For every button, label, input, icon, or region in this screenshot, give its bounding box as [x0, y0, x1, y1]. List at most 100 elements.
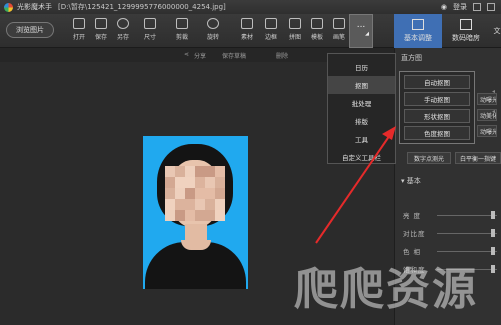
digital-spot-metering-button[interactable]: 数字点测光 — [407, 152, 451, 164]
login-link[interactable]: 登录 — [453, 2, 467, 12]
submenu-item-manual-cutout[interactable]: 手动抠图 — [404, 92, 470, 106]
mosaic-tile — [165, 210, 175, 221]
dropdown-triangle-icon: ◢ — [365, 31, 369, 37]
face-mosaic — [165, 166, 225, 221]
hue-slider[interactable]: 色相 — [403, 246, 497, 256]
crop-button[interactable]: 剪裁 — [171, 18, 193, 44]
mosaic-tile — [205, 188, 215, 199]
browse-images-button[interactable]: 浏览图片 — [6, 22, 54, 38]
menu-item-calendar[interactable]: 日历 — [328, 58, 395, 76]
tab-digital-darkroom[interactable]: 数码暗房 — [442, 14, 490, 48]
brightness-slider[interactable]: 亮度 — [403, 210, 497, 220]
open-icon — [73, 18, 85, 29]
mosaic-tile — [215, 199, 225, 210]
menu-item-tools[interactable]: 工具 — [328, 130, 395, 148]
scroll-arrow-icon[interactable]: ◂ — [492, 88, 495, 95]
slider-knob[interactable] — [491, 247, 495, 255]
mosaic-tile — [165, 177, 175, 188]
delete-button[interactable]: 删除 — [276, 51, 288, 60]
border-label: 边框 — [264, 34, 277, 41]
mosaic-tile — [185, 199, 195, 210]
open-label: 打开 — [72, 34, 85, 41]
collage-button[interactable]: 拼图 — [284, 18, 306, 44]
rotate-label: 旋转 — [206, 34, 219, 41]
more-tools-button[interactable]: ... ◢ — [349, 14, 373, 48]
mosaic-tile — [195, 199, 205, 210]
tab-basic-adjust[interactable]: 基本调整 — [394, 14, 442, 48]
rotate-button[interactable]: 旋转 — [202, 18, 224, 44]
save-button[interactable]: 保存 — [90, 18, 112, 44]
border-icon — [265, 18, 277, 29]
save-as-icon — [117, 18, 129, 29]
slider-track — [437, 251, 497, 252]
mosaic-tile — [205, 199, 215, 210]
mosaic-tile — [195, 210, 205, 221]
rotate-icon — [207, 18, 219, 29]
mosaic-tile — [175, 210, 185, 221]
mosaic-tile — [175, 166, 185, 177]
menu-item-cutout[interactable]: 抠图 — [328, 76, 395, 94]
slider-knob[interactable] — [491, 211, 495, 219]
title-bar: 光影魔术手 [D:\暂存\125421_1299995776000000_425… — [0, 0, 501, 14]
menu-icon[interactable] — [473, 3, 481, 11]
mosaic-tile — [215, 210, 225, 221]
mosaic-tile — [175, 188, 185, 199]
slider-track — [437, 233, 497, 234]
crop-label: 剪裁 — [175, 34, 188, 41]
watermark-text: 爬爬资源 — [294, 264, 478, 315]
menu-item-layout[interactable]: 排版 — [328, 112, 395, 130]
mosaic-tile — [195, 188, 205, 199]
white-balance-button[interactable]: 白平衡一指键 — [455, 152, 501, 164]
brush-button[interactable]: 画笔 — [328, 18, 350, 44]
more-tools-menu: 日历 抠图 批处理 排版 工具 自定义工具栏 — [327, 53, 396, 164]
mosaic-tile — [185, 166, 195, 177]
share-icon: ⋖ — [184, 51, 190, 58]
histogram-header: 直方图 — [401, 54, 422, 62]
share-button[interactable]: 分享 — [194, 51, 206, 60]
save-icon — [95, 18, 107, 29]
contrast-slider[interactable]: 对比度 — [403, 228, 497, 238]
scroll-arrow-icon[interactable]: ◂ — [492, 108, 495, 115]
slider-knob[interactable] — [491, 229, 495, 237]
mosaic-tile — [215, 177, 225, 188]
submenu-item-shape-cutout[interactable]: 形状抠图 — [404, 109, 470, 123]
collapse-icon: ▾ — [401, 177, 405, 185]
mosaic-tile — [185, 177, 195, 188]
brush-label: 画笔 — [332, 34, 345, 41]
brightness-label: 亮度 — [403, 212, 424, 220]
brush-icon — [333, 18, 345, 29]
resize-icon — [144, 18, 156, 29]
mosaic-tile — [185, 188, 195, 199]
slider-track — [437, 215, 497, 216]
template-button[interactable]: 模板 — [306, 18, 328, 44]
submenu-item-auto-cutout[interactable]: 自动抠图 — [404, 75, 470, 89]
submenu-item-chroma-cutout[interactable]: 色度抠图 — [404, 126, 470, 140]
app-logo-icon — [4, 2, 13, 12]
template-label: 模板 — [310, 34, 323, 41]
open-button[interactable]: 打开 — [68, 18, 90, 44]
mosaic-tile — [215, 188, 225, 199]
menu-item-batch[interactable]: 批处理 — [328, 94, 395, 112]
contrast-label: 对比度 — [403, 230, 426, 238]
minimize-icon[interactable] — [487, 3, 495, 11]
save-draft-button[interactable]: 保存草稿 — [222, 51, 246, 60]
tab-digital-darkroom-label: 数码暗房 — [452, 34, 480, 42]
resize-button[interactable]: 尺寸 — [139, 18, 161, 44]
tab-text-label: 文 — [493, 27, 501, 35]
material-button[interactable]: 素材 — [236, 18, 258, 44]
border-button[interactable]: 边框 — [260, 18, 282, 44]
tab-text[interactable]: 文 — [490, 14, 501, 48]
auto-exposure-button-2[interactable]: 动曝光 — [477, 125, 497, 137]
crop-icon — [176, 18, 188, 29]
mosaic-tile — [165, 199, 175, 210]
menu-item-custom-toolbar[interactable]: 自定义工具栏 — [328, 148, 395, 166]
user-icon[interactable]: ◉ — [441, 3, 447, 11]
app-name: 光影魔术手 — [17, 3, 52, 11]
basic-section-header[interactable]: ▾ 基本 — [401, 176, 421, 186]
mosaic-tile — [175, 177, 185, 188]
mosaic-tile — [175, 199, 185, 210]
save-as-button[interactable]: 另存 — [112, 18, 134, 44]
save-label: 保存 — [94, 34, 107, 41]
file-path: [D:\暂存\125421_1299995776000000_4254.jpg] — [58, 3, 226, 11]
mosaic-tile — [205, 210, 215, 221]
